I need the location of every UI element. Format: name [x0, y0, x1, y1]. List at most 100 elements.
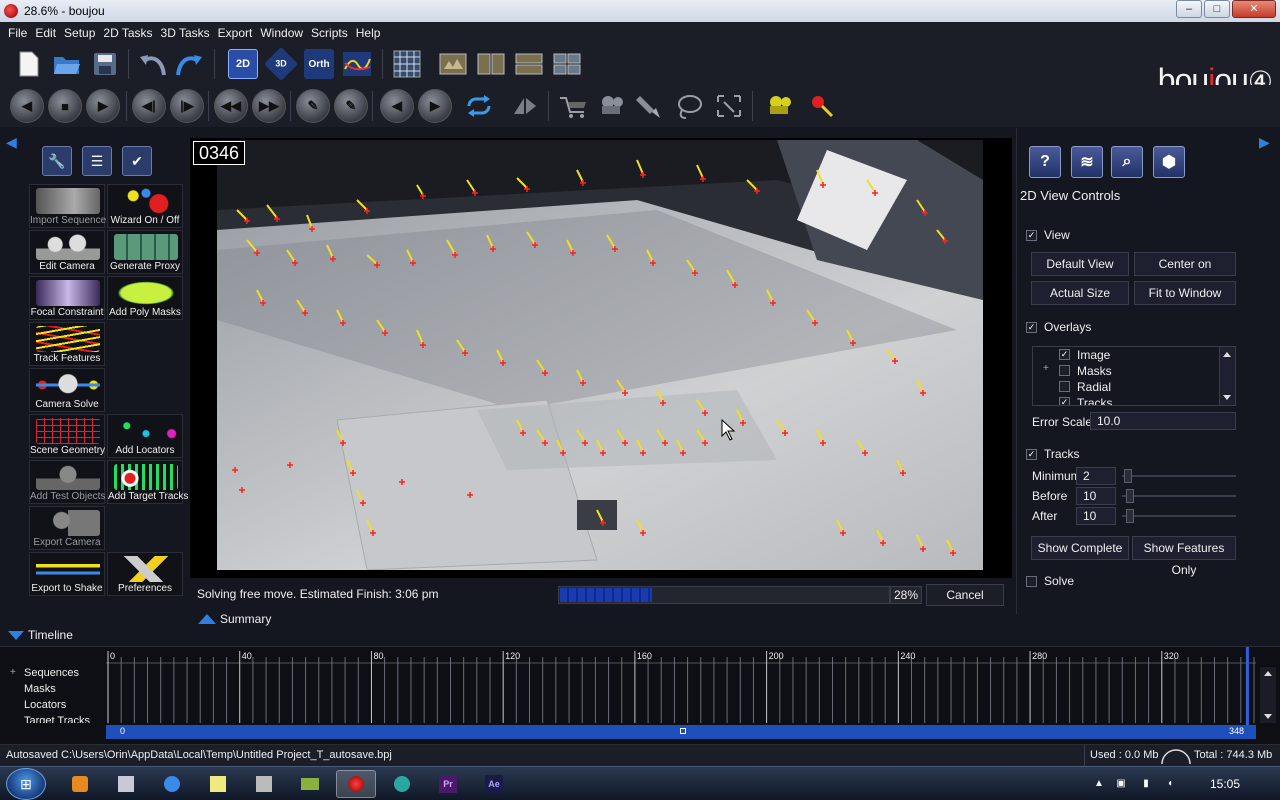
stop-button[interactable]: ■	[48, 89, 82, 123]
export-camera-tool[interactable]: Export Camera	[29, 506, 105, 550]
next-frame-button[interactable]: ▶	[418, 89, 452, 123]
3d-cube-tab[interactable]: ⬢	[1153, 146, 1185, 178]
track-tool-button[interactable]	[556, 89, 590, 123]
tools-tab[interactable]: 🔧	[42, 146, 72, 176]
camera-solve-tool[interactable]: Camera Solve	[29, 368, 105, 412]
scene-geometry-tool[interactable]: Scene Geometry	[29, 414, 105, 458]
layers-tab[interactable]: ≋	[1071, 146, 1103, 178]
menu-3d-tasks[interactable]: 3D Tasks	[157, 26, 214, 40]
center-on-selection-button[interactable]: Center on selection	[1134, 252, 1236, 293]
help-tab[interactable]: ?	[1029, 146, 1061, 178]
fast-rewind-button[interactable]: ◀◀	[214, 89, 248, 123]
timeline-ruler[interactable]: 0 40 80 120 160 200 240 280 320	[106, 647, 1256, 725]
loop-button[interactable]	[462, 89, 496, 123]
minimum-slider-thumb[interactable]	[1124, 469, 1132, 483]
taskbar-media-player[interactable]	[60, 770, 100, 798]
list-tab[interactable]: ☰	[82, 146, 112, 176]
after-value-field[interactable]: 10	[1076, 507, 1116, 525]
camera-tool-button[interactable]	[594, 89, 628, 123]
layout-quad-button[interactable]	[390, 47, 424, 81]
start-button[interactable]: ⊞	[6, 768, 46, 800]
layout-four-button[interactable]	[550, 47, 584, 81]
key-back-button[interactable]: ✎	[296, 89, 330, 123]
cancel-solve-button[interactable]: Cancel	[926, 584, 1004, 606]
layout-split-horizontal-button[interactable]	[512, 47, 546, 81]
scroll-down-icon[interactable]	[1264, 714, 1272, 719]
fit-to-window-button[interactable]: Fit to Window	[1134, 281, 1236, 305]
show-complete-button[interactable]: Show Complete	[1031, 536, 1129, 560]
preferences-tool[interactable]: Preferences	[107, 552, 183, 596]
import-sequence-tool[interactable]: Import Sequence	[29, 184, 106, 228]
solve-checkbox[interactable]	[1026, 576, 1037, 587]
new-file-button[interactable]	[12, 47, 46, 81]
prev-frame-button[interactable]: ◀	[380, 89, 414, 123]
maximize-button[interactable]: □	[1204, 0, 1230, 18]
bounce-button[interactable]	[508, 89, 542, 123]
add-poly-masks-tool[interactable]: Add Poly Masks	[107, 276, 183, 320]
add-locators-tool[interactable]: Add Locators	[107, 414, 183, 458]
default-view-button[interactable]: Default View	[1031, 252, 1129, 276]
pin-tool-button[interactable]	[804, 89, 838, 123]
before-slider-track[interactable]	[1122, 495, 1236, 497]
timeline-toggle[interactable]: Timeline	[0, 626, 1280, 644]
track-target-tracks[interactable]: Target Tracks	[24, 715, 90, 723]
generate-proxy-tool[interactable]: Generate Proxy	[107, 230, 183, 274]
scroll-down-icon[interactable]	[1223, 395, 1231, 400]
overlays-checkbox[interactable]: ✓	[1026, 322, 1037, 333]
taskbar-boujou[interactable]	[336, 770, 376, 798]
before-slider-thumb[interactable]	[1126, 489, 1134, 503]
view-2d-button[interactable]: 2D	[226, 47, 260, 81]
step-forward-button[interactable]: |▶	[170, 89, 204, 123]
layout-split-vertical-button[interactable]	[474, 47, 508, 81]
minimize-button[interactable]: –	[1176, 0, 1202, 18]
overlay-masks-checkbox[interactable]	[1059, 365, 1070, 376]
menu-window[interactable]: Window	[256, 26, 307, 40]
redo-button[interactable]	[172, 47, 206, 81]
paint-tool-button[interactable]	[632, 89, 666, 123]
overlay-item-tracks[interactable]: ✓ Tracks	[1033, 395, 1219, 405]
expand-plus-icon[interactable]: +	[10, 667, 16, 678]
layout-single-button[interactable]	[436, 47, 470, 81]
show-features-only-button[interactable]: Show Features Only	[1132, 536, 1236, 577]
overlay-list-scrollbar[interactable]	[1219, 347, 1235, 405]
menu-file[interactable]: File	[4, 26, 31, 40]
before-value-field[interactable]: 10	[1076, 487, 1116, 505]
fast-forward-button[interactable]: ▶▶	[252, 89, 286, 123]
overlay-item-radial[interactable]: Radial	[1033, 379, 1219, 395]
search-tab[interactable]: ⌕	[1111, 146, 1143, 178]
taskbar-snagit[interactable]	[382, 770, 422, 798]
focal-constraint-tool[interactable]: Focal Constraint	[29, 276, 105, 320]
overlay-tracks-checkbox[interactable]: ✓	[1059, 397, 1070, 405]
checklist-tab[interactable]: ✔	[122, 146, 152, 176]
view-graph-button[interactable]	[340, 47, 374, 81]
tracks-checkbox[interactable]: ✓	[1026, 449, 1037, 460]
collapse-right-arrow-icon[interactable]: ▶	[1259, 134, 1270, 151]
menu-help[interactable]: Help	[352, 26, 385, 40]
taskbar-after-effects[interactable]: Ae	[474, 770, 514, 798]
tray-expand-icon[interactable]: ▲	[1093, 778, 1105, 790]
edit-camera-tool[interactable]: Edit Camera	[29, 230, 105, 274]
export-to-shake-tool[interactable]: Export to Shake	[29, 552, 105, 596]
timeline-vertical-scrollbar[interactable]	[1260, 667, 1276, 723]
taskbar-premiere[interactable]: Pr	[428, 770, 468, 798]
track-features-tool[interactable]: Track Features	[29, 322, 105, 366]
overlay-item-image[interactable]: ✓ Image	[1033, 347, 1219, 363]
error-scale-field[interactable]: 10.0	[1090, 412, 1236, 430]
view-3d-button[interactable]: 3D	[264, 47, 298, 81]
step-back-button[interactable]: ◀|	[132, 89, 166, 123]
key-forward-button[interactable]: ✎	[334, 89, 368, 123]
scroll-up-icon[interactable]	[1264, 671, 1272, 676]
taskbar-browser[interactable]	[152, 770, 192, 798]
target-camera-button[interactable]	[762, 89, 796, 123]
range-center-handle[interactable]	[680, 728, 686, 734]
minimum-value-field[interactable]: 2	[1076, 467, 1116, 485]
close-button[interactable]: ✕	[1232, 0, 1276, 18]
timeline-range-bar[interactable]: 0 348	[106, 725, 1256, 739]
menu-setup[interactable]: Setup	[60, 26, 99, 40]
track-locators[interactable]: Locators	[24, 699, 66, 711]
view-checkbox[interactable]: ✓	[1026, 230, 1037, 241]
taskbar-file-manager[interactable]	[106, 770, 146, 798]
collapse-left-arrow-icon[interactable]: ◀	[6, 134, 17, 151]
actual-size-button[interactable]: Actual Size	[1031, 281, 1129, 305]
tray-app-icon[interactable]: ▣	[1115, 778, 1127, 790]
